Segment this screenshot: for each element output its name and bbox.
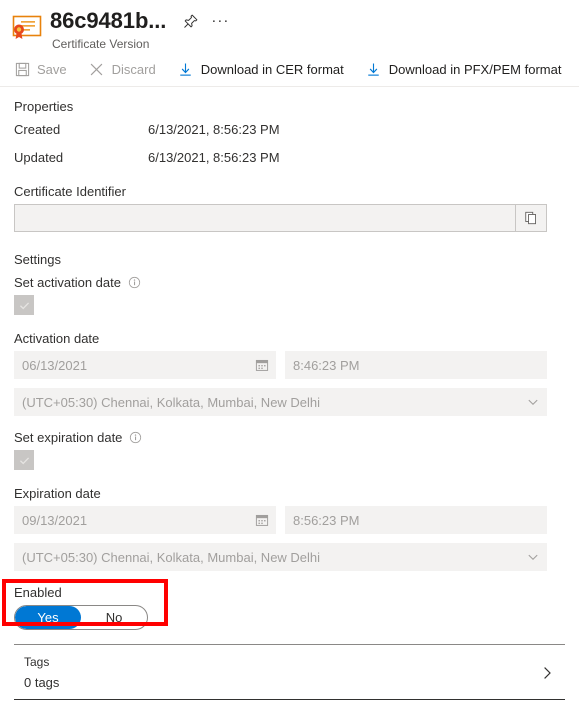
calendar-icon[interactable] — [248, 513, 276, 527]
tags-row[interactable]: Tags 0 tags — [14, 645, 565, 700]
settings-section-title: Settings — [14, 252, 61, 267]
activation-date-value: 06/13/2021 — [22, 357, 88, 373]
info-icon[interactable] — [128, 276, 141, 289]
set-activation-date-label: Set activation date — [14, 275, 565, 290]
copy-icon[interactable] — [515, 205, 546, 231]
page-header: 86c9481b... ··· Certificate Version — [0, 0, 579, 51]
tags-text: Tags 0 tags — [24, 655, 59, 690]
set-activation-date-label-text: Set activation date — [14, 275, 121, 290]
activation-date-input[interactable]: 06/13/2021 — [14, 351, 276, 379]
created-label: Created — [14, 122, 61, 137]
enabled-toggle-yes[interactable]: Yes — [15, 606, 81, 629]
expiration-date-label: Expiration date — [14, 486, 565, 501]
activation-timezone-value: (UTC+05:30) Chennai, Kolkata, Mumbai, Ne… — [22, 394, 321, 410]
download-pfx-label: Download in PFX/PEM format — [388, 61, 562, 77]
ellipsis-icon[interactable]: ··· — [210, 11, 230, 31]
command-bar: Save Discard Download in CER format Down… — [0, 51, 579, 87]
expiration-time-value: 8:56:23 PM — [293, 512, 360, 528]
expiration-date-input[interactable]: 09/13/2021 — [14, 506, 276, 534]
save-button[interactable]: Save — [14, 61, 67, 77]
content-area: Properties Created 6/13/2021, 8:56:23 PM… — [0, 87, 579, 630]
activation-time-value: 8:46:23 PM — [293, 357, 360, 373]
expiration-timezone-select[interactable]: (UTC+05:30) Chennai, Kolkata, Mumbai, Ne… — [14, 543, 547, 571]
discard-button[interactable]: Discard — [89, 61, 156, 77]
save-label: Save — [37, 61, 67, 77]
chevron-right-icon[interactable] — [539, 665, 555, 681]
expiration-time-input[interactable]: 8:56:23 PM — [285, 506, 547, 534]
certificate-identifier-label: Certificate Identifier — [14, 184, 565, 199]
certificate-identifier-input[interactable] — [14, 204, 547, 232]
activation-time-input[interactable]: 8:46:23 PM — [285, 351, 547, 379]
pin-icon[interactable] — [180, 11, 200, 31]
tags-count: 0 tags — [24, 675, 60, 690]
info-icon[interactable] — [129, 431, 142, 444]
chevron-down-icon[interactable] — [519, 395, 547, 409]
set-expiration-date-checkbox[interactable] — [14, 450, 34, 470]
tags-label: Tags — [24, 655, 50, 669]
activation-date-label-text: Activation date — [14, 331, 100, 346]
title-block: 86c9481b... ··· Certificate Version — [50, 8, 230, 51]
title-row: 86c9481b... ··· — [50, 8, 230, 34]
updated-value: 6/13/2021, 8:56:23 PM — [148, 150, 280, 165]
expiration-date-label-text: Expiration date — [14, 486, 101, 501]
save-icon — [14, 61, 30, 77]
download-cer-button[interactable]: Download in CER format — [178, 61, 344, 77]
table-row: Created 6/13/2021, 8:56:23 PM — [14, 122, 565, 137]
enabled-setting: Enabled Yes No — [2, 579, 180, 630]
updated-label: Updated — [14, 150, 64, 165]
download-icon — [178, 61, 194, 77]
download-cer-label: Download in CER format — [200, 61, 344, 77]
discard-label: Discard — [111, 61, 156, 77]
page-title: 86c9481b... — [50, 8, 167, 33]
properties-section-title: Properties — [14, 99, 74, 114]
page-subtitle: Certificate Version — [52, 37, 150, 51]
download-pfx-button[interactable]: Download in PFX/PEM format — [366, 61, 562, 77]
enabled-toggle[interactable]: Yes No — [14, 605, 148, 630]
calendar-icon[interactable] — [248, 358, 276, 372]
close-icon — [89, 61, 105, 77]
chevron-down-icon[interactable] — [519, 550, 547, 564]
created-value: 6/13/2021, 8:56:23 PM — [148, 122, 280, 137]
expiration-date-value: 09/13/2021 — [22, 512, 88, 528]
set-expiration-date-label-text: Set expiration date — [14, 430, 123, 445]
certificate-icon — [10, 10, 44, 44]
enabled-toggle-no[interactable]: No — [81, 606, 147, 629]
set-activation-date-checkbox[interactable] — [14, 295, 34, 315]
expiration-timezone-value: (UTC+05:30) Chennai, Kolkata, Mumbai, Ne… — [22, 549, 321, 565]
set-expiration-date-label: Set expiration date — [14, 430, 565, 445]
activation-timezone-select[interactable]: (UTC+05:30) Chennai, Kolkata, Mumbai, Ne… — [14, 388, 547, 416]
enabled-label: Enabled — [14, 585, 62, 600]
activation-date-row: 06/13/2021 8:46:23 PM — [14, 351, 565, 379]
table-row: Updated 6/13/2021, 8:56:23 PM — [14, 150, 565, 165]
certificate-identifier-label-text: Certificate Identifier — [14, 184, 126, 199]
activation-date-label: Activation date — [14, 331, 565, 346]
download-icon — [366, 61, 382, 77]
expiration-date-row: 09/13/2021 8:56:23 PM — [14, 506, 565, 534]
